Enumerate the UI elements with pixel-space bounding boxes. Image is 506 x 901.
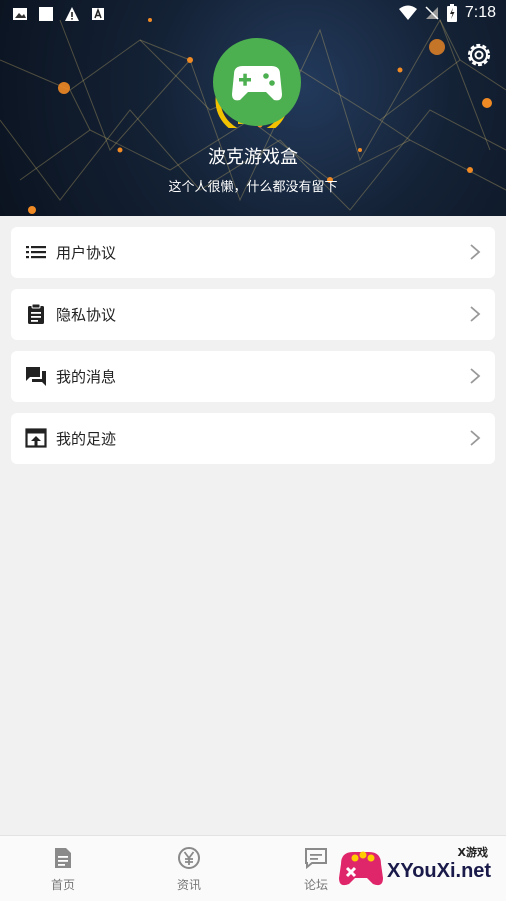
upload-box-icon <box>25 428 47 448</box>
tab-home[interactable]: 首页 <box>23 846 103 893</box>
menu-item-label: 隐私协议 <box>56 306 117 324</box>
chevron-right-icon <box>470 368 481 384</box>
battery-icon <box>446 4 457 22</box>
profile-name: 波克游戏盒 <box>208 147 298 168</box>
watermark-logo-icon <box>339 851 383 886</box>
menu-item-privacy-agreement[interactable]: 隐私协议 <box>11 289 495 340</box>
profile-bio: 这个人很懒，什么都没有留下 <box>168 180 338 195</box>
document-icon <box>55 848 71 868</box>
menu-item-label: 用户协议 <box>56 244 117 262</box>
chat-bubble-icon <box>305 848 327 870</box>
menu-item-user-agreement[interactable]: 用户协议 <box>11 227 495 278</box>
list-icon <box>26 246 46 259</box>
menu-item-my-footprints[interactable]: 我的足迹 <box>11 413 495 464</box>
settings-gear-icon[interactable] <box>464 40 494 70</box>
chevron-right-icon <box>470 430 481 446</box>
chevron-right-icon <box>470 306 481 322</box>
wifi-icon <box>398 5 417 20</box>
profile-header: 7:18 波克游戏盒 这个人很懒，什么都没有留下 <box>0 0 506 216</box>
square-icon <box>39 7 53 21</box>
watermark-main-text: XYouXi.net <box>387 860 492 882</box>
tab-label: 资讯 <box>176 878 201 892</box>
watermark: X游戏 XYouXi.net <box>335 842 500 896</box>
image-icon <box>13 8 27 20</box>
clipboard-icon <box>28 303 44 324</box>
yen-circle-icon <box>178 847 200 869</box>
watermark-top-text: X游戏 <box>457 846 488 859</box>
status-time: 7:18 <box>464 4 496 21</box>
chevron-right-icon <box>470 244 481 260</box>
avatar[interactable] <box>212 38 302 128</box>
chat-icon <box>26 367 46 386</box>
no-sim-icon <box>425 6 439 20</box>
menu-item-label: 我的消息 <box>56 368 117 386</box>
warning-icon <box>65 7 79 21</box>
status-bar: 7:18 <box>0 0 506 28</box>
tab-news[interactable]: 资讯 <box>149 846 229 893</box>
tab-label: 首页 <box>50 878 75 892</box>
font-icon <box>92 7 104 20</box>
menu-item-label: 我的足迹 <box>56 430 117 448</box>
menu-item-my-messages[interactable]: 我的消息 <box>11 351 495 402</box>
